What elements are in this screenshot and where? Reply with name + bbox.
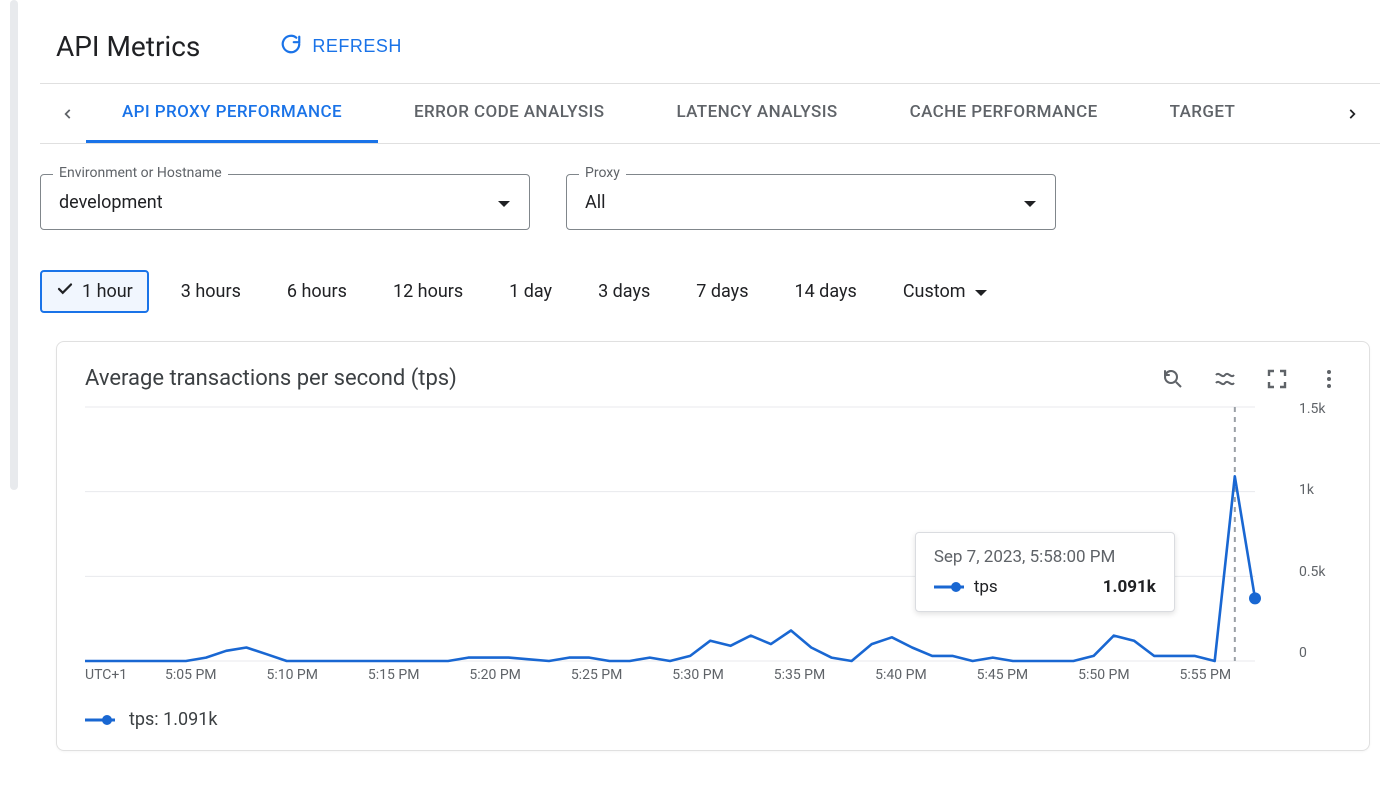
range-label: 1 hour: [82, 281, 133, 302]
x-tick: 5:40 PM: [875, 667, 976, 683]
series-glyph-icon: [85, 714, 115, 726]
tabs-row: API PROXY PERFORMANCE ERROR CODE ANALYSI…: [40, 83, 1380, 144]
range-3-hours[interactable]: 3 hours: [167, 273, 255, 310]
range-12-hours[interactable]: 12 hours: [379, 273, 477, 310]
chart-toolbar: [1161, 367, 1341, 391]
tab-target[interactable]: TARGET: [1134, 84, 1272, 143]
tab-latency-analysis[interactable]: LATENCY ANALYSIS: [640, 84, 873, 143]
caret-down-icon: [974, 281, 988, 302]
range-1-day[interactable]: 1 day: [495, 273, 566, 310]
chart-card: Average transactions per second (tps): [56, 341, 1370, 751]
range-14-days[interactable]: 14 days: [780, 273, 870, 310]
chart-legend: tps: 1.091k: [85, 709, 1341, 730]
y-axis-ticks: 1.5k 1k 0.5k 0: [1291, 401, 1341, 661]
caret-down-icon: [497, 193, 511, 212]
tab-cache-performance[interactable]: CACHE PERFORMANCE: [874, 84, 1134, 143]
refresh-label: REFRESH: [312, 36, 402, 57]
proxy-label: Proxy: [579, 165, 626, 181]
tooltip-series-name: tps: [974, 577, 998, 597]
x-tick: 5:45 PM: [977, 667, 1078, 683]
environment-label: Environment or Hostname: [53, 165, 228, 181]
refresh-button[interactable]: REFRESH: [280, 33, 402, 60]
x-tick: 5:30 PM: [672, 667, 773, 683]
x-tick: 5:55 PM: [1180, 667, 1281, 683]
filters-row: Environment or Hostname development Prox…: [40, 144, 1380, 230]
chart-tooltip: Sep 7, 2023, 5:58:00 PM tps 1.091k: [915, 532, 1175, 612]
proxy-select[interactable]: Proxy All: [566, 174, 1056, 230]
tab-error-code-analysis[interactable]: ERROR CODE ANALYSIS: [378, 84, 640, 143]
y-tick: 0: [1299, 645, 1341, 661]
range-3-days[interactable]: 3 days: [584, 273, 664, 310]
page-header: API Metrics REFRESH: [40, 0, 1380, 83]
tab-scroll-right[interactable]: [1334, 107, 1370, 121]
range-7-days[interactable]: 7 days: [682, 273, 762, 310]
x-tick: 5:25 PM: [571, 667, 672, 683]
refresh-icon: [280, 33, 302, 60]
x-tick: 5:35 PM: [774, 667, 875, 683]
legend-label: tps: 1.091k: [129, 709, 217, 730]
x-timezone: UTC+1: [85, 667, 165, 683]
x-tick: 5:10 PM: [266, 667, 367, 683]
range-1-hour[interactable]: 1 hour: [40, 270, 149, 313]
y-tick: 1k: [1299, 482, 1341, 498]
series-glyph-icon: [934, 581, 964, 593]
environment-value: development: [59, 192, 497, 213]
time-range-row: 1 hour 3 hours 6 hours 12 hours 1 day 3 …: [40, 230, 1380, 313]
range-custom[interactable]: Custom: [889, 273, 1002, 310]
chart-area[interactable]: 1.5k 1k 0.5k 0 UTC+1 5:05 PM 5:10 PM 5:1…: [85, 401, 1341, 701]
reset-zoom-button[interactable]: [1161, 367, 1185, 391]
range-6-hours[interactable]: 6 hours: [273, 273, 361, 310]
legend-toggle-button[interactable]: [1213, 367, 1237, 391]
x-tick: 5:20 PM: [469, 667, 570, 683]
x-tick: 5:15 PM: [368, 667, 469, 683]
more-menu-button[interactable]: [1317, 367, 1341, 391]
x-axis-ticks: UTC+1 5:05 PM 5:10 PM 5:15 PM 5:20 PM 5:…: [85, 667, 1281, 683]
page-title: API Metrics: [56, 30, 200, 63]
x-tick: 5:50 PM: [1078, 667, 1179, 683]
y-tick: 1.5k: [1299, 401, 1341, 417]
fullscreen-button[interactable]: [1265, 367, 1289, 391]
range-label: Custom: [903, 281, 966, 302]
check-icon: [56, 280, 74, 303]
tab-scroll-left[interactable]: [50, 107, 86, 121]
caret-down-icon: [1023, 193, 1037, 212]
proxy-value: All: [585, 192, 1023, 213]
chart-title: Average transactions per second (tps): [85, 366, 457, 391]
tab-api-proxy-performance[interactable]: API PROXY PERFORMANCE: [86, 84, 378, 143]
tabs: API PROXY PERFORMANCE ERROR CODE ANALYSI…: [86, 84, 1334, 143]
tooltip-value: 1.091k: [1103, 577, 1156, 597]
y-tick: 0.5k: [1299, 564, 1341, 580]
x-tick: 5:05 PM: [165, 667, 266, 683]
vertical-scrollbar[interactable]: [10, 0, 18, 490]
environment-select[interactable]: Environment or Hostname development: [40, 174, 530, 230]
tooltip-timestamp: Sep 7, 2023, 5:58:00 PM: [934, 547, 1156, 567]
